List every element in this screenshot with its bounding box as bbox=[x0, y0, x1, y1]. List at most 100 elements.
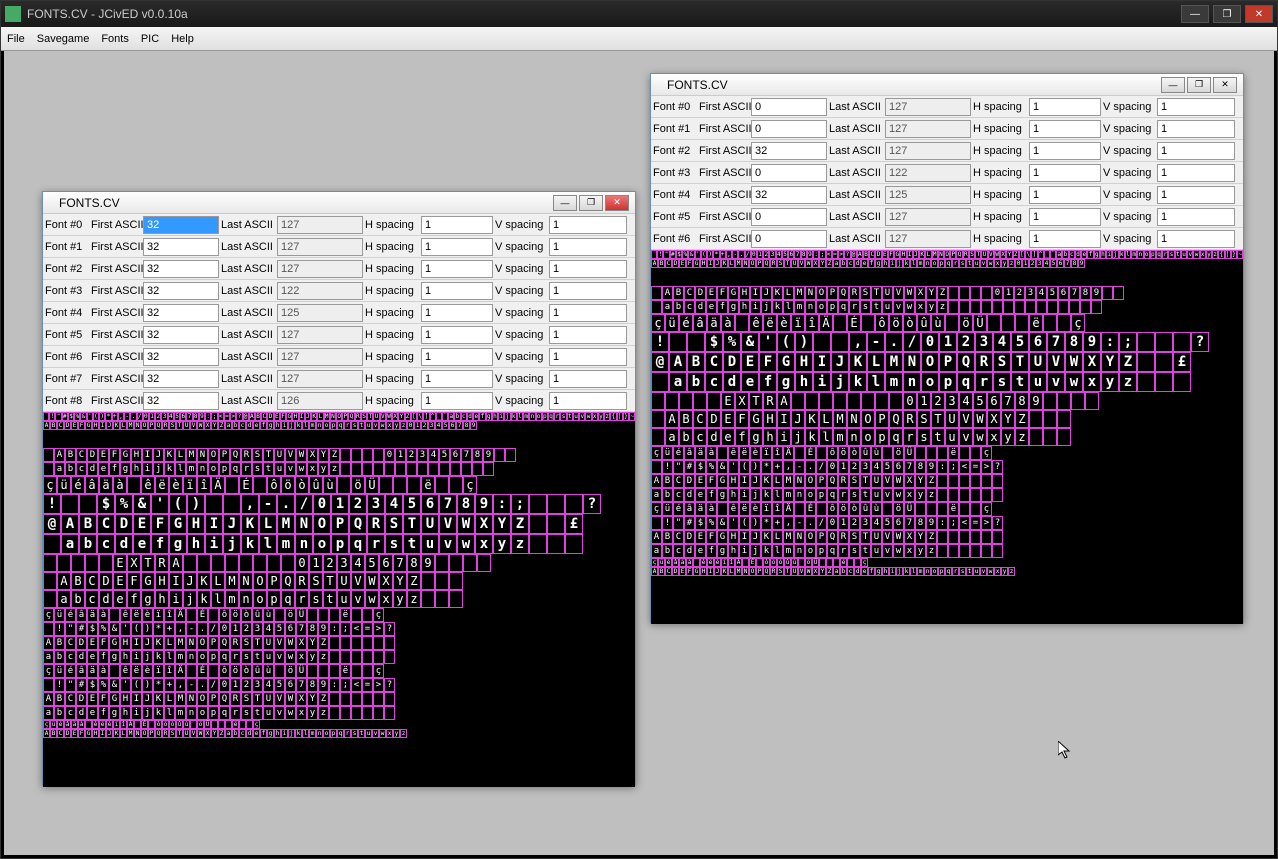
glyph-cell[interactable]: n bbox=[316, 421, 323, 430]
glyph-cell[interactable]: O bbox=[141, 421, 148, 430]
glyph-cell[interactable]: a bbox=[43, 706, 54, 720]
glyph-cell[interactable]: @ bbox=[651, 352, 669, 372]
glyph-cell[interactable]: c bbox=[847, 567, 854, 576]
glyph-cell[interactable]: $ bbox=[705, 332, 723, 352]
glyph-cell[interactable]: I bbox=[739, 530, 750, 544]
h-spacing-input[interactable] bbox=[421, 392, 493, 410]
glyph-cell[interactable]: x bbox=[904, 488, 915, 502]
glyph-cell[interactable]: ë bbox=[421, 476, 435, 494]
glyph-cell[interactable]: X bbox=[204, 421, 211, 430]
glyph-cell[interactable]: ; bbox=[1119, 332, 1137, 352]
glyph-cell[interactable]: ù bbox=[183, 720, 190, 729]
glyph-cell[interactable]: z bbox=[1015, 428, 1029, 446]
glyph-cell[interactable]: R bbox=[367, 514, 385, 534]
glyph-cell[interactable] bbox=[1043, 410, 1057, 428]
glyph-cell[interactable]: U bbox=[274, 448, 285, 462]
glyph-cell[interactable]: n bbox=[186, 706, 197, 720]
glyph-cell[interactable]: I bbox=[169, 572, 183, 590]
glyph-cell[interactable]: Z bbox=[329, 448, 340, 462]
glyph-cell[interactable] bbox=[1091, 300, 1102, 314]
glyph-cell[interactable]: m bbox=[917, 567, 924, 576]
glyph-cell[interactable]: n bbox=[903, 372, 921, 392]
glyph-cell[interactable]: r bbox=[838, 488, 849, 502]
glyph-cell[interactable]: G bbox=[85, 421, 92, 430]
glyph-cell[interactable]: W bbox=[893, 530, 904, 544]
glyph-cell[interactable]: t bbox=[252, 650, 263, 664]
glyph-cell[interactable]: 8 bbox=[1065, 332, 1083, 352]
glyph-cell[interactable]: t bbox=[871, 300, 882, 314]
glyph-cell[interactable] bbox=[340, 448, 351, 462]
glyph-cell[interactable]: 2 bbox=[241, 622, 252, 636]
glyph-cell[interactable]: f bbox=[98, 650, 109, 664]
glyph-cell[interactable]: v bbox=[285, 462, 296, 476]
glyph-cell[interactable]: B bbox=[65, 448, 76, 462]
h-spacing-input[interactable] bbox=[1029, 230, 1101, 248]
glyph-cell[interactable] bbox=[805, 392, 819, 410]
glyph-cell[interactable]: Ä bbox=[175, 664, 186, 678]
glyph-cell[interactable] bbox=[109, 664, 120, 678]
last-ascii-input[interactable] bbox=[885, 142, 971, 160]
glyph-cell[interactable] bbox=[819, 392, 833, 410]
glyph-cell[interactable] bbox=[707, 392, 721, 410]
glyph-cell[interactable]: Y bbox=[819, 567, 826, 576]
glyph-cell[interactable]: N bbox=[134, 729, 141, 738]
glyph-cell[interactable] bbox=[926, 446, 937, 460]
glyph-cell[interactable]: " bbox=[65, 678, 76, 692]
glyph-cell[interactable]: s bbox=[959, 259, 966, 268]
glyph-cell[interactable] bbox=[937, 474, 948, 488]
glyph-cell[interactable]: E bbox=[695, 530, 706, 544]
glyph-cell[interactable]: c bbox=[847, 259, 854, 268]
glyph-cell[interactable]: j bbox=[142, 706, 153, 720]
glyph-cell[interactable] bbox=[565, 494, 583, 514]
glyph-cell[interactable] bbox=[970, 530, 981, 544]
glyph-cell[interactable]: î bbox=[164, 608, 175, 622]
glyph-cell[interactable]: u bbox=[337, 590, 351, 608]
glyph-cell[interactable]: Ü bbox=[296, 664, 307, 678]
glyph-cell[interactable]: P bbox=[875, 410, 889, 428]
glyph-cell[interactable] bbox=[937, 446, 948, 460]
glyph-cell[interactable]: Q bbox=[219, 692, 230, 706]
main-close-button[interactable]: ✕ bbox=[1245, 5, 1273, 23]
glyph-cell[interactable]: E bbox=[71, 729, 78, 738]
glyph-cell[interactable]: Ä bbox=[735, 558, 742, 567]
glyph-cell[interactable]: e bbox=[706, 300, 717, 314]
glyph-cell[interactable]: 4 bbox=[1036, 286, 1047, 300]
glyph-cell[interactable]: 9 bbox=[1091, 286, 1102, 300]
glyph-cell[interactable]: k bbox=[903, 567, 910, 576]
glyph-cell[interactable]: b bbox=[840, 259, 847, 268]
v-spacing-input[interactable] bbox=[1157, 208, 1235, 226]
glyph-cell[interactable]: x bbox=[296, 706, 307, 720]
glyph-cell[interactable] bbox=[384, 706, 395, 720]
glyph-cell[interactable]: V bbox=[882, 530, 893, 544]
v-spacing-input[interactable] bbox=[549, 348, 627, 366]
glyph-cell[interactable]: d bbox=[246, 729, 253, 738]
glyph-cell[interactable] bbox=[1085, 392, 1099, 410]
glyph-cell[interactable]: K bbox=[721, 259, 728, 268]
glyph-cell[interactable]: = bbox=[362, 622, 373, 636]
glyph-cell[interactable]: ? bbox=[992, 460, 1003, 474]
glyph-cell[interactable]: c bbox=[239, 421, 246, 430]
main-maximize-button[interactable]: ❐ bbox=[1213, 5, 1241, 23]
glyph-cell[interactable]: F bbox=[109, 448, 120, 462]
glyph-cell[interactable] bbox=[717, 502, 728, 516]
glyph-cell[interactable]: q bbox=[945, 259, 952, 268]
glyph-cell[interactable]: ; bbox=[948, 516, 959, 530]
h-spacing-input[interactable] bbox=[1029, 208, 1101, 226]
glyph-cell[interactable]: h bbox=[795, 372, 813, 392]
glyph-cell[interactable]: 5 bbox=[439, 448, 450, 462]
glyph-cell[interactable]: d bbox=[854, 259, 861, 268]
glyph-cell[interactable]: N bbox=[742, 259, 749, 268]
glyph-cell[interactable]: s bbox=[351, 729, 358, 738]
glyph-cell[interactable]: G bbox=[693, 567, 700, 576]
glyph-cell[interactable]: . bbox=[197, 678, 208, 692]
glyph-cell[interactable]: % bbox=[723, 332, 741, 352]
first-ascii-input[interactable] bbox=[143, 260, 219, 278]
glyph-cell[interactable]: ö bbox=[197, 720, 204, 729]
glyph-cell[interactable]: j bbox=[831, 372, 849, 392]
glyph-cell[interactable]: 0 bbox=[827, 516, 838, 530]
glyph-cell[interactable]: E bbox=[98, 448, 109, 462]
glyph-cell[interactable]: V bbox=[274, 636, 285, 650]
glyph-cell[interactable]: î bbox=[805, 314, 819, 332]
glyph-cell[interactable]: ; bbox=[340, 678, 351, 692]
glyph-cell[interactable]: I bbox=[707, 567, 714, 576]
